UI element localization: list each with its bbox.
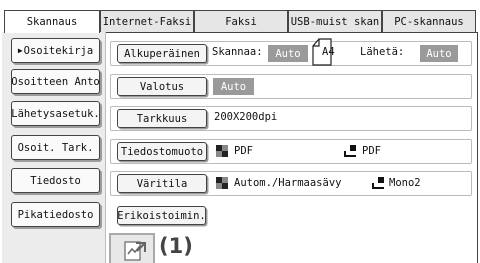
tab-pc-skannaus[interactable]: PC-skannaus: [382, 10, 476, 32]
quick-file-button[interactable]: Pikatiedosto: [11, 202, 100, 227]
tab-usb-muisti-skannaus[interactable]: USB-muist skan: [288, 10, 382, 32]
file-format-color-value: PDF: [234, 145, 253, 157]
color-mode-icon: [216, 145, 228, 157]
file-format-mono-value: PDF: [362, 145, 381, 157]
callout-label: (1): [159, 234, 193, 258]
send-settings-button[interactable]: Lähetysasetuk.: [11, 101, 100, 126]
address-book-button[interactable]: ▶ Osoitekirja: [11, 38, 100, 63]
color-mode-mono-value: Mono2: [389, 177, 421, 189]
file-format-button[interactable]: Tiedostomuoto: [117, 142, 207, 161]
exposure-button[interactable]: Valotus: [117, 77, 207, 96]
resolution-button[interactable]: Tarkkuus: [117, 109, 207, 128]
tab-faksi[interactable]: Faksi: [194, 10, 288, 32]
address-book-label: Osoitekirja: [23, 44, 94, 57]
exposure-value-badge: Auto: [213, 78, 254, 95]
tab-skannaus[interactable]: Skannaus: [4, 10, 100, 33]
color-mode-color-value: Autom./Harmaasävy: [234, 177, 342, 189]
send-value-badge: Auto: [420, 45, 458, 62]
resolution-value: 200X200dpi: [214, 111, 278, 123]
mono-mode-icon: [372, 177, 384, 189]
send-label: Lähetä:: [360, 46, 405, 58]
address-entry-button[interactable]: Osoitteen Anto: [11, 69, 100, 94]
color-mode-button[interactable]: Väritila: [117, 174, 207, 193]
file-button[interactable]: Tiedosto: [11, 168, 100, 193]
address-review-button[interactable]: Osoit. Tark.: [11, 135, 100, 160]
play-arrow-icon: ▶: [17, 46, 23, 55]
color-mode-icon: [216, 177, 228, 189]
mono-mode-icon: [344, 145, 356, 157]
scan-label: Skannaa:: [212, 46, 263, 58]
scan-preview-icon[interactable]: [123, 239, 149, 261]
special-modes-button[interactable]: Erikoistoimin.: [117, 206, 206, 225]
tab-internet-faksi[interactable]: Internet-Faksi: [100, 10, 194, 32]
scan-value-badge: Auto: [268, 45, 308, 62]
original-size: A4: [322, 46, 335, 58]
original-button[interactable]: Alkuperäinen: [117, 44, 207, 63]
